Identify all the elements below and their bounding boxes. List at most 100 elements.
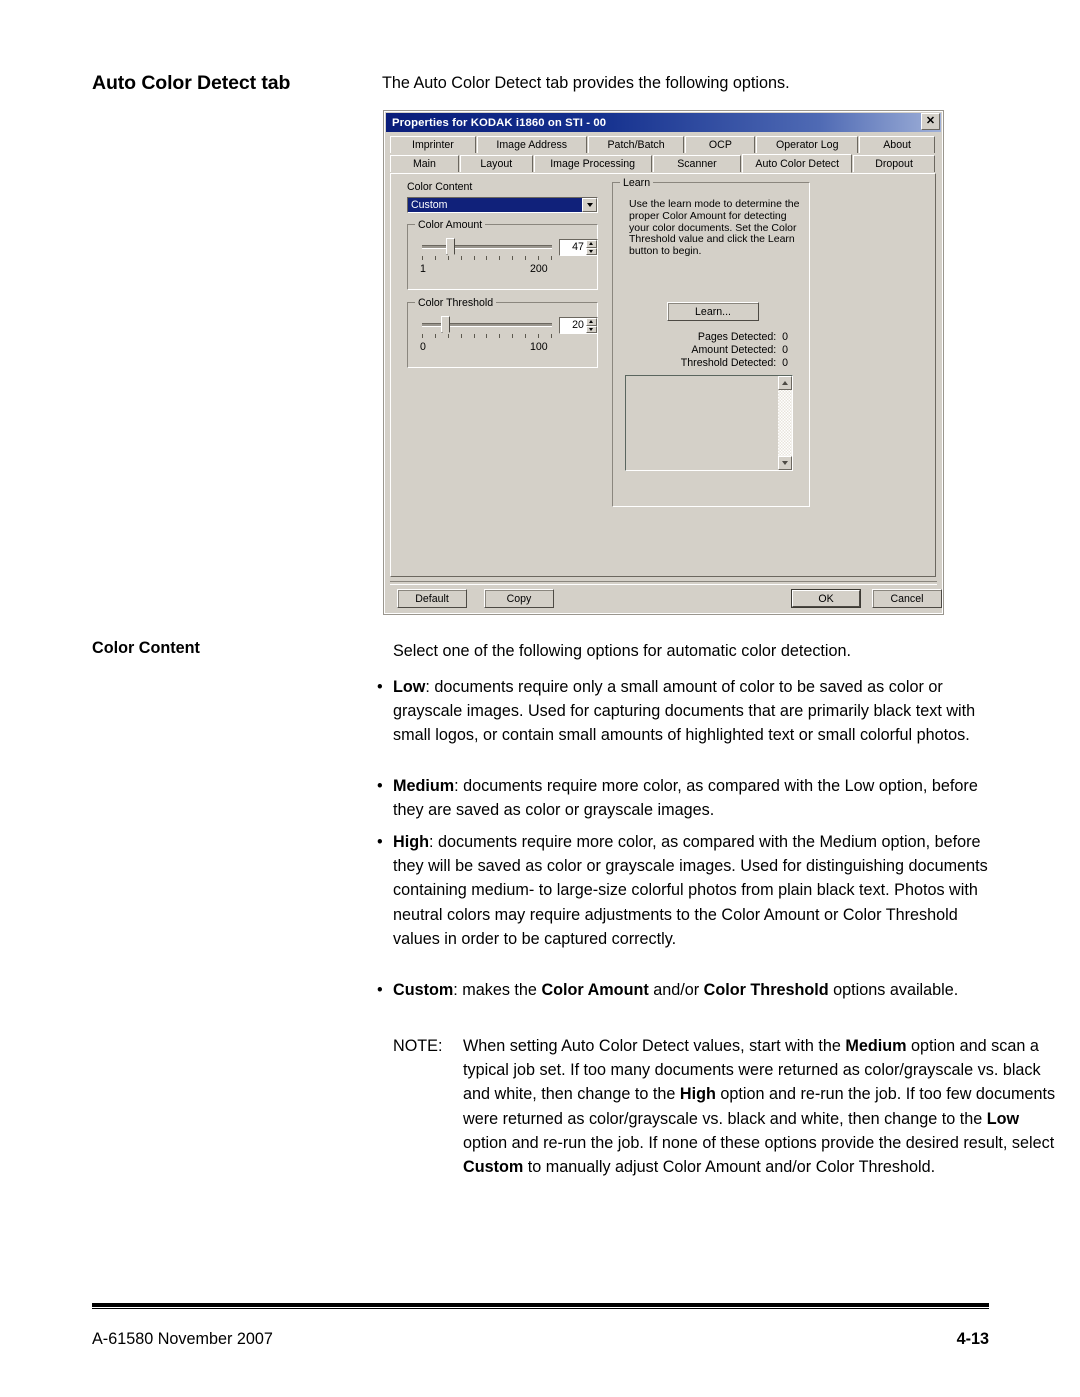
tab-ocp[interactable]: OCP xyxy=(685,136,756,153)
color-threshold-value[interactable]: 20 xyxy=(560,318,586,333)
color-content-dropdown[interactable]: Custom xyxy=(407,197,598,213)
bullet-custom: • Custom: makes the Color Amount and/or C… xyxy=(377,978,1009,1002)
color-threshold-ticks xyxy=(422,334,552,338)
tab-patch-batch[interactable]: Patch/Batch xyxy=(587,136,685,153)
amount-detected-value: 0 xyxy=(782,344,788,356)
note-block: NOTE: When setting Auto Color Detect valu… xyxy=(393,1034,1063,1179)
learn-log-listbox[interactable] xyxy=(625,375,793,471)
amount-detected-label: Amount Detected: xyxy=(691,344,777,356)
footer-document-id: A-61580 November 2007 xyxy=(92,1330,273,1348)
color-threshold-group-label: Color Threshold xyxy=(415,297,497,309)
bullet-marker: • xyxy=(377,981,383,999)
default-button[interactable]: Default xyxy=(397,589,467,608)
tab-image-address[interactable]: Image Address xyxy=(476,136,587,153)
color-threshold-spin-up[interactable] xyxy=(585,318,597,326)
pages-detected-value: 0 xyxy=(782,331,788,343)
dialog-titlebar: Properties for KODAK i1860 on STI - 00 xyxy=(386,113,941,132)
pages-detected-label: Pages Detected: xyxy=(697,331,777,343)
color-threshold-slider-thumb[interactable] xyxy=(441,316,450,337)
bullet-high: • High: documents require more color, as … xyxy=(377,830,1009,951)
tab-row-2: Main Layout Image Processing Scanner Aut… xyxy=(390,154,936,173)
threshold-detected-label: Threshold Detected: xyxy=(680,357,777,369)
tab-strip: Imprinter Image Address Patch/Batch OCP … xyxy=(390,135,936,173)
scroll-down-icon[interactable] xyxy=(778,456,792,470)
properties-dialog: Properties for KODAK i1860 on STI - 00 ✕… xyxy=(383,110,944,615)
color-amount-spin-buttons[interactable] xyxy=(585,240,597,255)
footer-rule xyxy=(92,1303,989,1309)
footer-page-number: 4-13 xyxy=(956,1330,989,1348)
learn-group-label: Learn xyxy=(620,177,654,189)
threshold-detected-row: Threshold Detected: 0 xyxy=(623,357,788,369)
color-threshold-spin-down[interactable] xyxy=(585,325,597,333)
term-color-content: Color Content xyxy=(92,639,200,657)
bullet-marker: • xyxy=(377,678,383,696)
bullet-low-term: Low xyxy=(393,678,426,696)
color-amount-slider-track[interactable] xyxy=(422,245,552,249)
note-b1: Medium xyxy=(845,1037,907,1055)
color-amount-ticks xyxy=(422,256,552,260)
note-s4: option and re-run the job. If none of th… xyxy=(463,1133,1055,1152)
note-s1: When setting Auto Color Detect values, s… xyxy=(463,1037,846,1055)
note-b4: Custom xyxy=(463,1158,524,1177)
bullet-medium-text: : documents require more color, as compa… xyxy=(393,777,978,820)
tab-panel-auto-color-detect: Color Content Custom Color Amount 1 200 … xyxy=(390,173,936,577)
cancel-button[interactable]: Cancel xyxy=(872,589,942,608)
note-b3: Low xyxy=(986,1109,1020,1128)
tab-layout[interactable]: Layout xyxy=(459,155,533,172)
color-content-label: Color Content xyxy=(407,181,473,193)
color-threshold-stepper[interactable]: 20 xyxy=(559,317,598,334)
dialog-footer-divider xyxy=(390,581,937,585)
bullet-custom-b2: Color Threshold xyxy=(703,981,829,999)
tab-about[interactable]: About xyxy=(859,136,936,153)
color-amount-stepper[interactable]: 47 xyxy=(559,239,598,256)
copy-button[interactable]: Copy xyxy=(484,589,554,608)
bullet-high-text: : documents require more color, as compa… xyxy=(393,833,988,948)
intro-paragraph: Select one of the following options for … xyxy=(393,642,852,660)
color-threshold-spin-buttons[interactable] xyxy=(585,318,597,333)
tab-dropout[interactable]: Dropout xyxy=(853,155,935,172)
bullet-low-text: : documents require only a small amount … xyxy=(393,678,976,745)
color-threshold-min-label: 0 xyxy=(420,341,426,353)
color-amount-group-label: Color Amount xyxy=(415,219,486,231)
color-amount-spin-up[interactable] xyxy=(585,240,597,248)
bullet-marker: • xyxy=(377,833,383,851)
section-intro-text: The Auto Color Detect tab provides the f… xyxy=(382,74,790,92)
tab-operator-log[interactable]: Operator Log xyxy=(756,136,859,153)
tab-scanner[interactable]: Scanner xyxy=(652,155,742,172)
chevron-down-icon[interactable] xyxy=(582,198,597,212)
ok-button[interactable]: OK xyxy=(791,589,861,608)
bullet-medium: • Medium: documents require more color, a… xyxy=(377,774,1009,822)
bullet-custom-term: Custom xyxy=(393,981,454,999)
bullet-medium-term: Medium xyxy=(393,777,455,795)
learn-log-scrollbar[interactable] xyxy=(777,376,792,470)
bullet-custom-p1: : makes the xyxy=(453,981,542,999)
bullet-custom-p3: options available. xyxy=(828,981,959,999)
color-amount-spin-down[interactable] xyxy=(585,247,597,255)
pages-detected-row: Pages Detected: 0 xyxy=(623,331,788,343)
note-b2: High xyxy=(679,1085,716,1104)
tab-image-processing[interactable]: Image Processing xyxy=(533,155,652,172)
color-amount-max-label: 200 xyxy=(530,263,548,275)
threshold-detected-value: 0 xyxy=(782,357,788,369)
note-label: NOTE: xyxy=(393,1037,443,1055)
color-amount-slider-thumb[interactable] xyxy=(446,238,455,259)
bullet-custom-b1: Color Amount xyxy=(541,981,649,999)
document-page: Auto Color Detect tab The Auto Color Det… xyxy=(0,0,1080,1397)
tab-imprinter[interactable]: Imprinter xyxy=(390,136,476,153)
ok-button-label: OK xyxy=(792,590,860,607)
tab-main[interactable]: Main xyxy=(390,155,459,172)
color-amount-min-label: 1 xyxy=(420,263,426,275)
note-s5: to manually adjust Color Amount and/or C… xyxy=(523,1158,936,1177)
tab-auto-color-detect[interactable]: Auto Color Detect xyxy=(742,154,853,173)
color-content-selected-value: Custom xyxy=(408,198,582,212)
close-icon[interactable]: ✕ xyxy=(921,113,940,130)
learn-button[interactable]: Learn... xyxy=(667,302,759,321)
page-title: Auto Color Detect tab xyxy=(92,72,291,94)
bullet-marker: • xyxy=(377,777,383,795)
bullet-high-term: High xyxy=(393,833,429,851)
scroll-up-icon[interactable] xyxy=(778,376,792,390)
bullet-low: • Low: documents require only a small amo… xyxy=(377,675,1009,748)
color-amount-value[interactable]: 47 xyxy=(560,240,586,255)
color-threshold-group: Color Threshold 0 100 20 xyxy=(407,297,598,368)
learn-description: Use the learn mode to determine the prop… xyxy=(629,198,800,258)
